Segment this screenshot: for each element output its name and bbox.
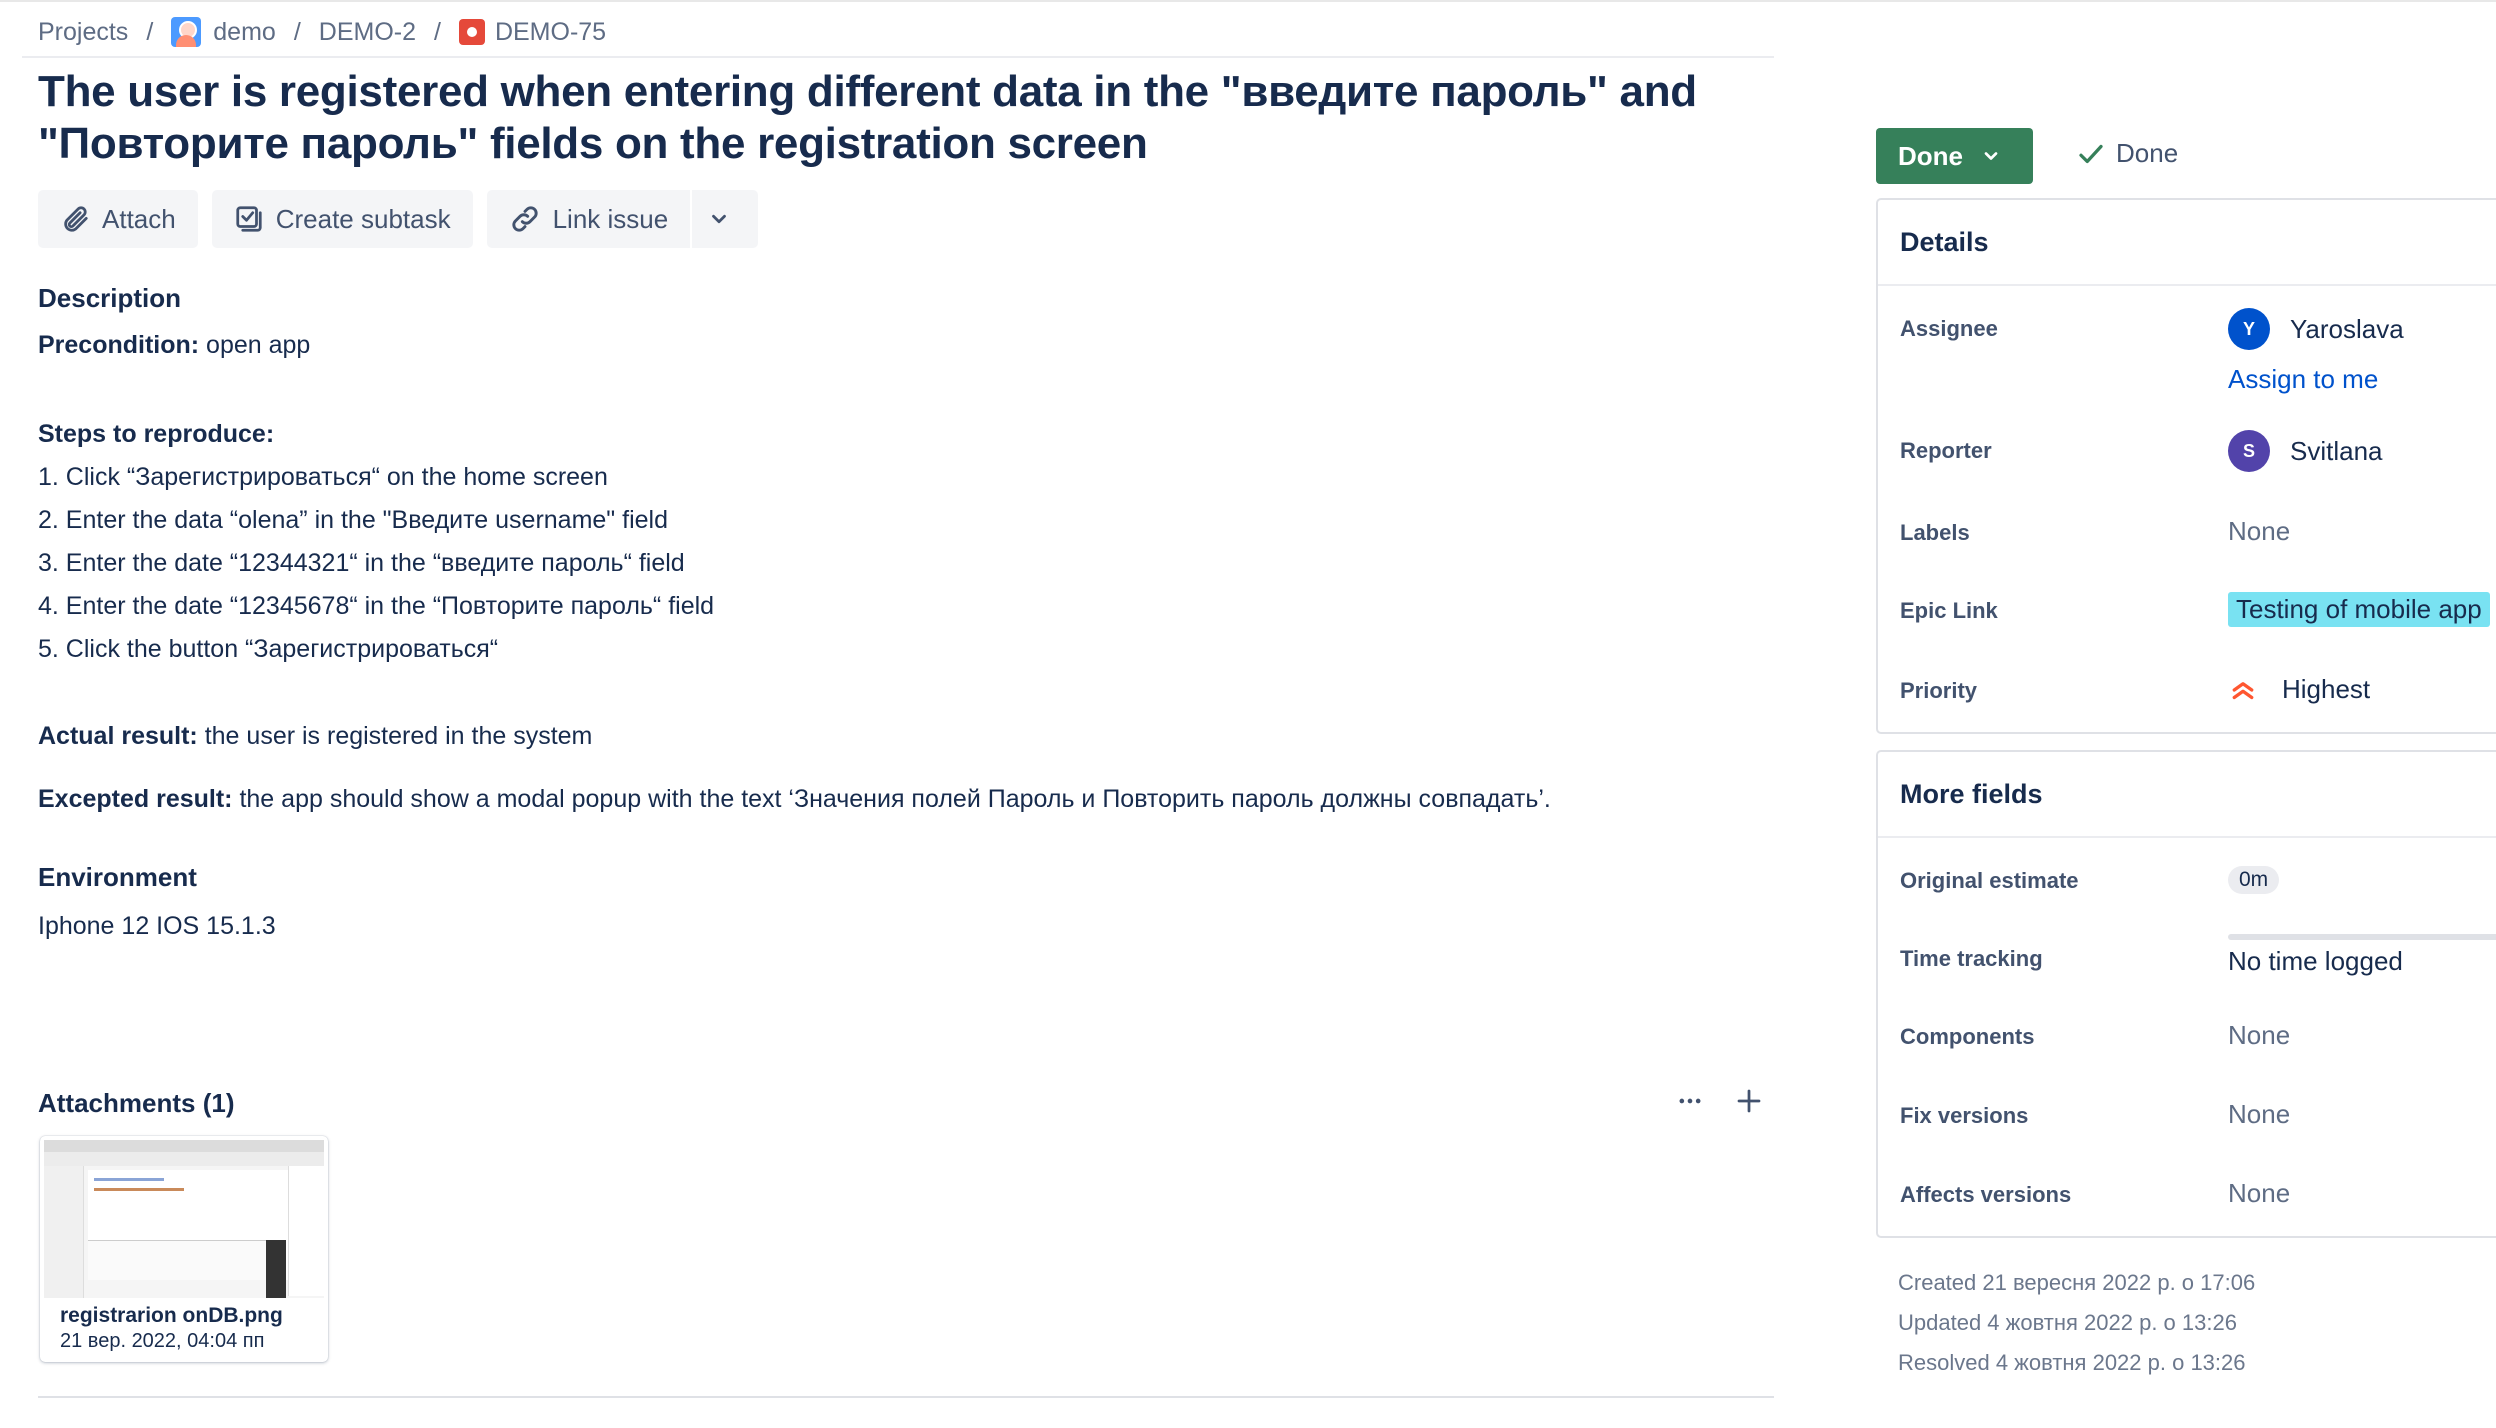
original-estimate-value[interactable]: 0m <box>2228 866 2280 894</box>
more-actions-button[interactable] <box>692 190 759 248</box>
actual-result-value: the user is registered in the system <box>197 722 593 750</box>
chevron-down-icon <box>712 214 727 224</box>
labels-value[interactable]: None <box>2228 516 2290 547</box>
components-label: Components <box>1900 1024 2035 1049</box>
attachment-card[interactable]: registrarion onDB.png 21 вер. 2022, 04:0… <box>40 1136 328 1362</box>
link-issue-button[interactable]: Link issue <box>486 190 691 248</box>
step-item: 3. Enter the date “12344321“ in the “вве… <box>38 549 685 577</box>
breadcrumb: Projects / demo / DEMO-2 / DEMO-75 <box>38 12 606 52</box>
expected-result-label: Excepted result: <box>38 785 233 813</box>
assign-to-me-link[interactable]: Assign to me <box>2228 364 2378 395</box>
environment-heading: Environment <box>38 862 197 892</box>
precondition-line: Precondition: open app <box>38 324 1778 367</box>
attachment-date: 21 вер. 2022, 04:04 пп <box>60 1330 265 1352</box>
time-tracking-label: Time tracking <box>1900 946 2043 971</box>
breadcrumb-project-label: demo <box>213 17 276 46</box>
step-item: 1. Click “Зарегистрироваться“ on the hom… <box>38 463 608 491</box>
subtask-icon <box>236 206 262 232</box>
breadcrumb-separator: / <box>293 17 301 46</box>
issue-title[interactable]: The user is registered when entering dif… <box>38 66 1778 170</box>
paperclip-icon <box>64 206 88 232</box>
details-heading[interactable]: Details <box>1878 200 2496 286</box>
precondition-label: Precondition: <box>38 331 200 359</box>
attachment-name: registrarion onDB.png <box>60 1304 283 1327</box>
epic-link-lozenge[interactable]: Testing of mobile app <box>2228 592 2490 627</box>
priority-label: Priority <box>1900 678 1978 703</box>
actual-result-label: Actual result: <box>38 722 198 750</box>
breadcrumb-projects[interactable]: Projects <box>38 18 128 47</box>
project-avatar-icon <box>171 17 202 47</box>
reporter-name: Svitlana <box>2290 435 2383 466</box>
status-button[interactable]: Done <box>1876 128 2033 184</box>
step-item: 4. Enter the date “12345678“ in the “Пов… <box>38 592 715 620</box>
link-issue-label: Link issue <box>552 203 669 234</box>
breadcrumb-project[interactable]: demo <box>171 17 276 47</box>
priority-highest-icon <box>2232 681 2254 699</box>
breadcrumb-separator: / <box>434 17 441 46</box>
assignee-value[interactable]: Y Yaroslava <box>2228 308 2404 350</box>
priority-value[interactable]: Highest <box>2228 674 2370 705</box>
more-fields-panel: More fields Original estimate 0m Time tr… <box>1876 750 2496 1238</box>
link-issue-group: Link issue <box>486 190 759 248</box>
breadcrumb-separator: / <box>146 17 154 46</box>
components-value[interactable]: None <box>2228 1020 2290 1051</box>
top-border <box>0 0 2496 2</box>
status-label: Done <box>1898 140 1963 171</box>
priority-name: Highest <box>2282 674 2371 704</box>
actual-result-line: Actual result: the user is registered in… <box>38 715 1778 758</box>
assignee-label: Assignee <box>1900 316 1998 341</box>
resolution: Done <box>2076 138 2178 169</box>
checkmark-icon <box>2079 144 2103 163</box>
labels-label: Labels <box>1900 520 1970 545</box>
attachments-actions <box>1676 1086 1764 1116</box>
affects-versions-label: Affects versions <box>1900 1182 2072 1207</box>
attach-label: Attach <box>102 203 176 234</box>
attach-button[interactable]: Attach <box>38 190 198 248</box>
epic-link-label: Epic Link <box>1900 598 1998 623</box>
description-section[interactable]: Description Precondition: open app Steps… <box>38 280 1778 948</box>
plus-icon[interactable] <box>1734 1086 1764 1116</box>
header-divider <box>22 56 1774 58</box>
updated-date: Updated 4 жовтня 2022 р. о 13:26 <box>1898 1310 2237 1335</box>
breadcrumb-issue[interactable]: DEMO-75 <box>458 17 607 47</box>
attachment-thumbnail <box>44 1140 324 1298</box>
breadcrumb-issue-label: DEMO-75 <box>494 17 607 46</box>
resolution-label: Done <box>2116 138 2179 168</box>
more-fields-heading[interactable]: More fields <box>1878 752 2496 838</box>
ellipsis-icon[interactable] <box>1676 1087 1704 1115</box>
avatar: S <box>2228 430 2270 472</box>
chevron-down-icon <box>1984 152 1998 160</box>
affects-versions-value[interactable]: None <box>2228 1178 2290 1209</box>
environment-value[interactable]: Iphone 12 IOS 15.1.3 <box>38 905 1778 948</box>
fix-versions-value[interactable]: None <box>2228 1099 2290 1130</box>
resolved-date: Resolved 4 жовтня 2022 р. о 13:26 <box>1898 1350 2246 1375</box>
details-panel: Details Assignee Y Yaroslava Assign to m… <box>1876 198 2496 734</box>
assignee-name: Yaroslava <box>2290 313 2404 344</box>
issue-toolbar: Attach Create subtask Link issue <box>38 190 759 248</box>
time-tracking-value: No time logged <box>2228 946 2403 976</box>
reporter-label: Reporter <box>1900 438 1992 463</box>
breadcrumb-epic[interactable]: DEMO-2 <box>319 18 416 47</box>
reporter-value[interactable]: S Svitlana <box>2228 430 2383 472</box>
step-item: 5. Click the button “Зарегистрироваться“ <box>38 635 499 663</box>
create-subtask-button[interactable]: Create subtask <box>211 190 473 248</box>
attachments-heading: Attachments (1) <box>38 1088 235 1118</box>
time-tracking-bar[interactable] <box>2228 934 2496 940</box>
create-subtask-label: Create subtask <box>275 203 451 234</box>
link-icon <box>511 206 538 232</box>
created-date: Created 21 вересня 2022 р. о 17:06 <box>1898 1270 2256 1295</box>
expected-result-value: the app should show a modal popup with t… <box>232 785 1551 813</box>
precondition-value: open app <box>199 331 311 359</box>
bug-icon <box>458 19 485 45</box>
original-estimate-label: Original estimate <box>1900 868 2079 893</box>
step-item: 2. Enter the data “olena” in the "Введит… <box>38 506 668 534</box>
description-heading: Description <box>38 283 182 313</box>
fix-versions-label: Fix versions <box>1900 1103 2029 1128</box>
avatar: Y <box>2228 308 2270 350</box>
expected-result-line: Excepted result: the app should show a m… <box>38 778 1778 821</box>
steps-heading: Steps to reproduce: <box>38 420 275 448</box>
content-divider <box>38 1396 1774 1398</box>
